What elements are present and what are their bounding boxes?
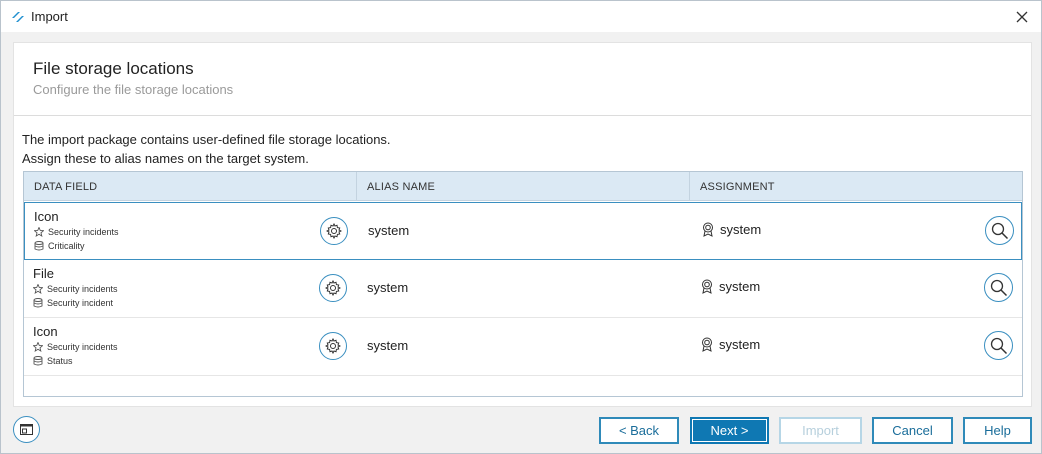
import-button[interactable]: Import — [779, 417, 862, 444]
data-field-name: Icon — [34, 209, 59, 224]
description-line-2: Assign these to alias names on the targe… — [22, 151, 309, 166]
table-row[interactable]: File Security incidents Security inciden… — [24, 260, 1022, 318]
data-field-name: Icon — [33, 324, 58, 339]
apps-icon — [34, 227, 44, 237]
search-icon — [990, 279, 1007, 296]
settings-button[interactable] — [320, 217, 348, 245]
apps-icon — [33, 342, 43, 352]
page-title: File storage locations — [33, 59, 194, 78]
cancel-button[interactable]: Cancel — [872, 417, 953, 444]
table-row[interactable]: Icon Security incidents Status system sy… — [24, 318, 1022, 376]
gear-icon — [326, 223, 342, 239]
page-subtitle: Configure the file storage locations — [33, 82, 234, 97]
grid-header: DATA FIELD ALIAS NAME ASSIGNMENT — [24, 172, 1022, 201]
content-panel: File storage locations Configure the fil… — [13, 42, 1032, 407]
search-button[interactable] — [984, 273, 1013, 302]
import-dialog: Import File storage locations Configure … — [0, 0, 1042, 454]
close-icon — [1016, 11, 1028, 23]
search-icon — [990, 337, 1007, 354]
next-button[interactable]: Next > — [690, 417, 769, 444]
gear-icon — [325, 280, 341, 296]
assignment: system — [700, 337, 760, 352]
title-bar: Import — [1, 1, 1041, 32]
alias-name: system — [367, 338, 409, 353]
window-icon — [19, 423, 33, 435]
column-header-alias-name[interactable]: ALIAS NAME — [367, 181, 435, 193]
award-icon — [702, 337, 712, 352]
award-icon — [702, 279, 712, 294]
application-line: Security incidents — [33, 284, 118, 294]
award-icon — [703, 222, 713, 237]
storage-locations-grid: DATA FIELD ALIAS NAME ASSIGNMENT Icon Se… — [23, 171, 1023, 397]
table-line: Security incident — [33, 298, 113, 308]
column-header-assignment[interactable]: ASSIGNMENT — [700, 181, 775, 193]
close-button[interactable] — [1011, 6, 1033, 28]
table-name: Criticality — [48, 241, 85, 251]
apps-icon — [33, 284, 43, 294]
app-logo-icon — [11, 10, 25, 22]
database-icon — [34, 241, 44, 251]
application-name: Security incidents — [47, 284, 118, 294]
table-name: Status — [47, 356, 73, 366]
back-button[interactable]: < Back — [599, 417, 679, 444]
assignment-value: system — [719, 279, 761, 294]
table-row[interactable]: Icon Security incidents Criticality syst… — [24, 202, 1022, 260]
help-button[interactable]: Help — [963, 417, 1032, 444]
description-line-1: The import package contains user-defined… — [22, 132, 391, 147]
alias-name: system — [367, 280, 409, 295]
search-icon — [991, 222, 1008, 239]
alias-name: system — [368, 223, 410, 238]
application-name: Security incidents — [48, 227, 119, 237]
column-divider — [689, 172, 690, 201]
database-icon — [33, 298, 43, 308]
window-toggle-button[interactable] — [13, 416, 40, 443]
assignment-value: system — [719, 337, 761, 352]
assignment: system — [700, 279, 760, 294]
data-field-name: File — [33, 266, 54, 281]
database-icon — [33, 356, 43, 366]
column-header-data-field[interactable]: DATA FIELD — [34, 181, 97, 193]
assignment-value: system — [720, 222, 762, 237]
gear-icon — [325, 338, 341, 354]
application-line: Security incidents — [33, 342, 118, 352]
page-header: File storage locations Configure the fil… — [14, 43, 1031, 116]
search-button[interactable] — [985, 216, 1014, 245]
table-name: Security incident — [47, 298, 114, 308]
assignment: system — [701, 222, 761, 237]
settings-button[interactable] — [319, 332, 347, 360]
application-name: Security incidents — [47, 342, 118, 352]
settings-button[interactable] — [319, 274, 347, 302]
window-title: Import — [31, 9, 68, 24]
table-line: Criticality — [34, 241, 85, 251]
column-divider — [356, 172, 357, 201]
application-line: Security incidents — [34, 227, 119, 237]
table-line: Status — [33, 356, 73, 366]
search-button[interactable] — [984, 331, 1013, 360]
